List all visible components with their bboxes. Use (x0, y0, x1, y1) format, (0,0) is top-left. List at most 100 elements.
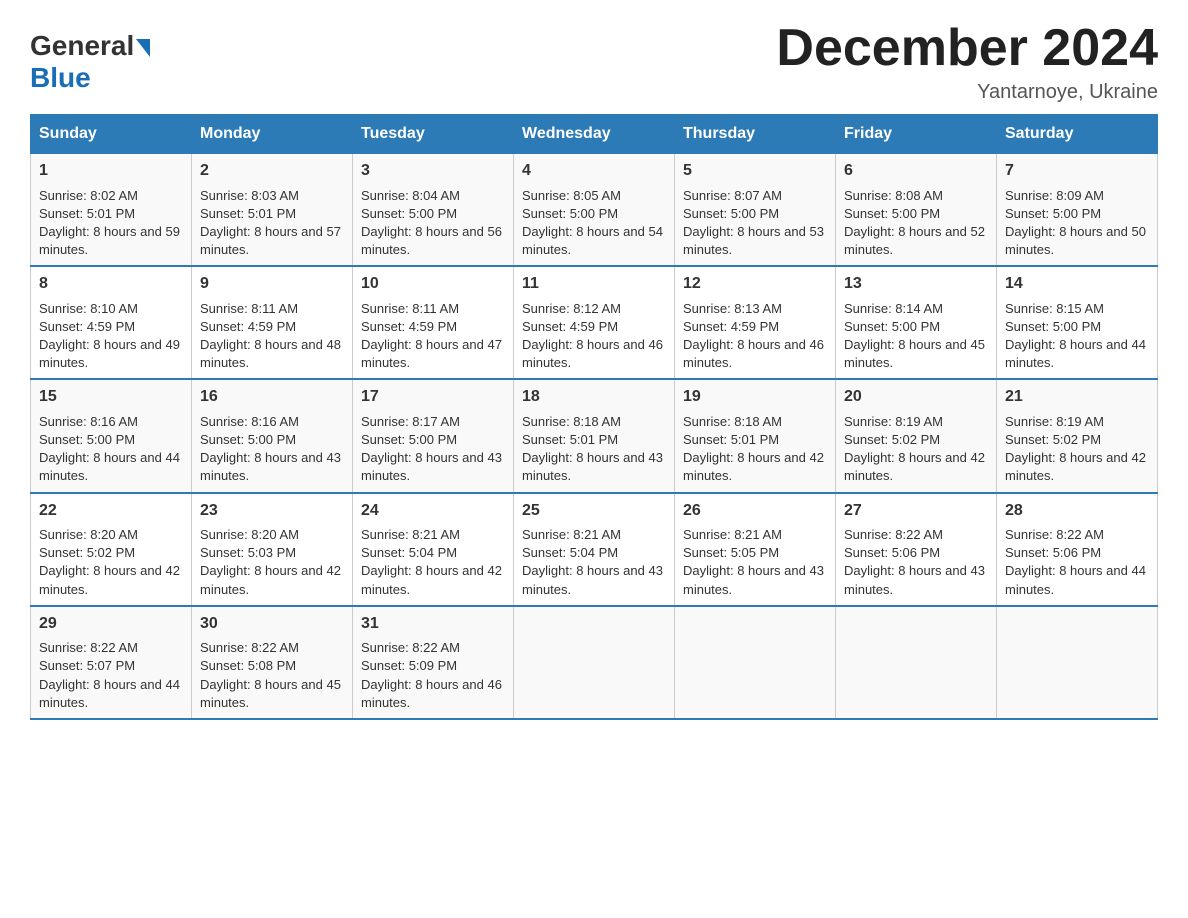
day-number: 1 (39, 160, 183, 182)
calendar-cell: 11Sunrise: 8:12 AMSunset: 4:59 PMDayligh… (514, 266, 675, 379)
header-monday: Monday (192, 115, 353, 154)
cell-sunset: Sunset: 5:06 PM (844, 545, 940, 560)
cell-sunrise: Sunrise: 8:11 AM (200, 301, 298, 316)
calendar-week-1: 1Sunrise: 8:02 AMSunset: 5:01 PMDaylight… (31, 154, 1158, 267)
cell-daylight: Daylight: 8 hours and 43 minutes. (844, 563, 985, 596)
day-number: 23 (200, 500, 344, 522)
calendar-cell (675, 606, 836, 719)
cell-sunrise: Sunrise: 8:03 AM (200, 188, 299, 203)
calendar-week-4: 22Sunrise: 8:20 AMSunset: 5:02 PMDayligh… (31, 493, 1158, 606)
calendar-cell: 17Sunrise: 8:17 AMSunset: 5:00 PMDayligh… (353, 379, 514, 492)
calendar-cell: 15Sunrise: 8:16 AMSunset: 5:00 PMDayligh… (31, 379, 192, 492)
cell-sunset: Sunset: 5:00 PM (361, 206, 457, 221)
calendar-week-3: 15 Sunrise: 8:16 AM Sunset: 5:00 PM Dayligh… (31, 379, 1158, 492)
day-number: 25 (522, 500, 666, 522)
cell-sunrise: Sunrise: 8:09 AM (1005, 188, 1104, 203)
calendar-week-5: 29Sunrise: 8:22 AMSunset: 5:07 PMDayligh… (31, 606, 1158, 719)
cell-sunset: Sunset: 4:59 PM (683, 319, 779, 334)
day-number: 27 (844, 500, 988, 522)
calendar-cell: 20Sunrise: 8:19 AMSunset: 5:02 PMDayligh… (836, 379, 997, 492)
location-text: Yantarnoye, Ukraine (776, 81, 1158, 104)
day-number: 22 (39, 500, 183, 522)
cell-sunset: Sunset: 4:59 PM (39, 319, 135, 334)
cell-daylight: Daylight: 8 hours and 42 minutes. (39, 563, 180, 596)
calendar-cell: 7Sunrise: 8:09 AMSunset: 5:00 PMDaylight… (997, 154, 1158, 267)
cell-sunset: Sunset: 5:01 PM (200, 206, 296, 221)
cell-daylight: Daylight: 8 hours and 52 minutes. (844, 224, 985, 257)
cell-sunset: Sunset: 5:00 PM (844, 319, 940, 334)
cell-sunrise: Sunrise: 8:10 AM (39, 301, 138, 316)
day-number: 13 (844, 273, 988, 295)
header-tuesday: Tuesday (353, 115, 514, 154)
day-number: 21 (1005, 386, 1149, 408)
cell-sunrise: Sunrise: 8:07 AM (683, 188, 782, 203)
cell-sunrise: Sunrise: 8:19 AM (844, 414, 943, 429)
calendar-cell (997, 606, 1158, 719)
header-sunday: Sunday (31, 115, 192, 154)
calendar-cell: 6Sunrise: 8:08 AMSunset: 5:00 PMDaylight… (836, 154, 997, 267)
cell-daylight: Daylight: 8 hours and 42 minutes. (361, 563, 502, 596)
cell-sunrise: Sunrise: 8:21 AM (361, 527, 460, 542)
calendar-cell: 13Sunrise: 8:14 AMSunset: 5:00 PMDayligh… (836, 266, 997, 379)
logo: General Blue (30, 30, 150, 94)
cell-daylight: Daylight: 8 hours and 50 minutes. (1005, 224, 1146, 257)
cell-daylight: Daylight: 8 hours and 43 minutes. (361, 450, 502, 483)
cell-daylight: Daylight: 8 hours and 56 minutes. (361, 224, 502, 257)
cell-daylight: Daylight: 8 hours and 46 minutes. (522, 337, 663, 370)
cell-sunset: Sunset: 5:00 PM (844, 206, 940, 221)
calendar-cell: 29Sunrise: 8:22 AMSunset: 5:07 PMDayligh… (31, 606, 192, 719)
cell-daylight: Daylight: 8 hours and 43 minutes. (200, 450, 341, 483)
day-number: 28 (1005, 500, 1149, 522)
calendar-cell: 26Sunrise: 8:21 AMSunset: 5:05 PMDayligh… (675, 493, 836, 606)
cell-daylight: Daylight: 8 hours and 42 minutes. (200, 563, 341, 596)
calendar-table: SundayMondayTuesdayWednesdayThursdayFrid… (30, 114, 1158, 720)
cell-sunset: Sunset: 5:00 PM (683, 206, 779, 221)
logo-general-text: General (30, 30, 134, 62)
cell-daylight: Daylight: 8 hours and 54 minutes. (522, 224, 663, 257)
day-number: 18 (522, 386, 666, 408)
cell-daylight: Daylight: 8 hours and 46 minutes. (361, 677, 502, 710)
day-number: 4 (522, 160, 666, 182)
day-number: 5 (683, 160, 827, 182)
day-number: 8 (39, 273, 183, 295)
cell-sunrise: Sunrise: 8:20 AM (39, 527, 138, 542)
cell-sunrise: Sunrise: 8:22 AM (844, 527, 943, 542)
day-number: 19 (683, 386, 827, 408)
calendar-cell: 9Sunrise: 8:11 AMSunset: 4:59 PMDaylight… (192, 266, 353, 379)
day-number: 17 (361, 386, 505, 408)
calendar-cell: 14Sunrise: 8:15 AMSunset: 5:00 PMDayligh… (997, 266, 1158, 379)
cell-sunset: Sunset: 5:00 PM (39, 432, 135, 447)
cell-daylight: Daylight: 8 hours and 48 minutes. (200, 337, 341, 370)
calendar-cell: 27 Sunrise: 8:22 AM Sunset: 5:06 PM Dayligh… (836, 493, 997, 606)
cell-daylight: Daylight: 8 hours and 42 minutes. (1005, 450, 1146, 483)
day-number: 10 (361, 273, 505, 295)
cell-daylight: Daylight: 8 hours and 44 minutes. (1005, 563, 1146, 596)
calendar-cell: 31Sunrise: 8:22 AMSunset: 5:09 PMDayligh… (353, 606, 514, 719)
day-number: 14 (1005, 273, 1149, 295)
day-number: 24 (361, 500, 505, 522)
day-number: 15 (39, 386, 183, 408)
cell-sunset: Sunset: 5:05 PM (683, 545, 779, 560)
cell-sunset: Sunset: 5:04 PM (361, 545, 457, 560)
cell-sunrise: Sunrise: 8:13 AM (683, 301, 782, 316)
cell-sunset: Sunset: 5:01 PM (683, 432, 779, 447)
calendar-cell: 3 Sunrise: 8:04 AM Sunset: 5:00 PM Daylight… (353, 154, 514, 267)
cell-sunrise: Sunrise: 8:18 AM (683, 414, 782, 429)
day-number: 12 (683, 273, 827, 295)
day-number: 3 (361, 160, 505, 182)
cell-sunrise: Sunrise: 8:21 AM (522, 527, 621, 542)
cell-sunset: Sunset: 5:04 PM (522, 545, 618, 560)
cell-daylight: Daylight: 8 hours and 44 minutes. (39, 450, 180, 483)
calendar-cell: 5Sunrise: 8:07 AMSunset: 5:00 PMDaylight… (675, 154, 836, 267)
calendar-cell: 21Sunrise: 8:19 AMSunset: 5:02 PMDayligh… (997, 379, 1158, 492)
day-number: 9 (200, 273, 344, 295)
cell-sunset: Sunset: 5:06 PM (1005, 545, 1101, 560)
cell-sunset: Sunset: 5:00 PM (1005, 206, 1101, 221)
cell-sunset: Sunset: 5:00 PM (522, 206, 618, 221)
cell-sunrise: Sunrise: 8:22 AM (1005, 527, 1104, 542)
cell-sunset: Sunset: 5:00 PM (361, 432, 457, 447)
cell-sunrise: Sunrise: 8:11 AM (361, 301, 459, 316)
cell-daylight: Daylight: 8 hours and 42 minutes. (683, 450, 824, 483)
cell-sunrise: Sunrise: 8:04 AM (361, 188, 460, 203)
cell-sunrise: Sunrise: 8:16 AM (200, 414, 299, 429)
